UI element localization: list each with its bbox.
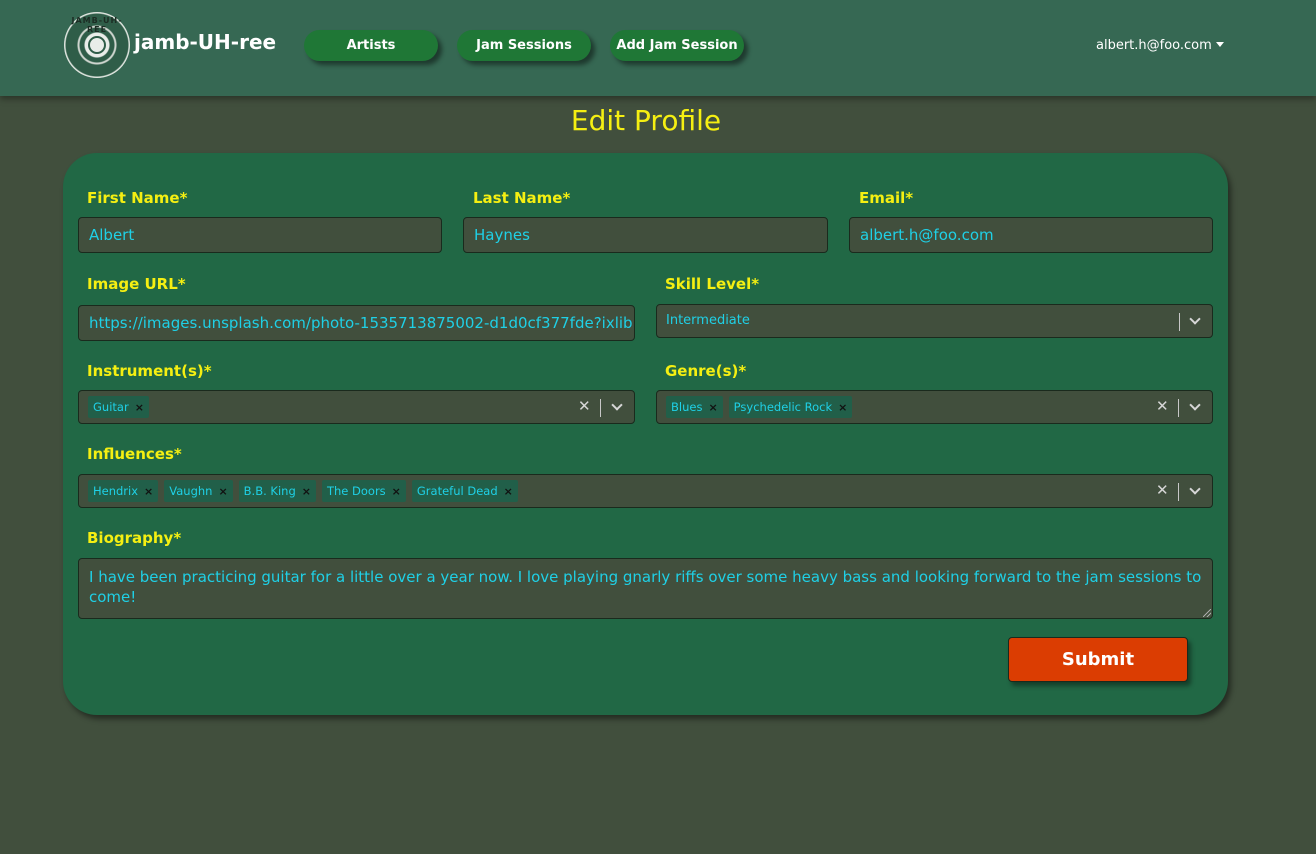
- remove-tag-icon[interactable]: ×: [706, 401, 722, 414]
- genres-multiselect[interactable]: Blues × Psychedelic Rock × ✕: [656, 390, 1213, 424]
- tag-psychedelic-rock: Psychedelic Rock ×: [728, 396, 853, 418]
- logo-center-mark: [88, 36, 106, 54]
- nav-add-jam-session-button[interactable]: Add Jam Session: [610, 30, 744, 61]
- genres-label: Genre(s)*: [665, 362, 747, 380]
- resize-grip-icon[interactable]: [1203, 609, 1211, 617]
- user-menu-dropdown[interactable]: albert.h@foo.com: [1096, 38, 1224, 53]
- page-title: Edit Profile: [570, 104, 722, 137]
- image-url-input[interactable]: https://images.unsplash.com/photo-153571…: [78, 305, 635, 341]
- tag-label: Guitar: [93, 400, 129, 414]
- chevron-down-icon[interactable]: [1189, 313, 1201, 325]
- tag-label: B.B. King: [243, 484, 296, 498]
- tag-the-doors: The Doors ×: [321, 480, 406, 502]
- tag-guitar: Guitar ×: [88, 396, 149, 418]
- tag-label: Vaughn: [169, 484, 213, 498]
- nav-jam-sessions-button[interactable]: Jam Sessions: [457, 30, 591, 61]
- biography-label: Biography*: [87, 529, 182, 547]
- last-name-label: Last Name*: [473, 189, 571, 207]
- email-input[interactable]: albert.h@foo.com: [849, 217, 1213, 253]
- tag-vaughn: Vaughn ×: [164, 480, 233, 502]
- tag-hendrix: Hendrix ×: [88, 480, 159, 502]
- instruments-label: Instrument(s)*: [87, 362, 212, 380]
- image-url-label: Image URL*: [87, 275, 186, 293]
- select-separator: [1179, 313, 1180, 331]
- remove-tag-icon[interactable]: ×: [836, 401, 852, 414]
- logo-text: JAMB-UH-REE: [71, 16, 123, 34]
- select-separator: [1178, 483, 1179, 501]
- select-separator: [600, 399, 601, 417]
- select-separator: [1178, 399, 1179, 417]
- remove-tag-icon[interactable]: ×: [216, 485, 232, 498]
- biography-textarea[interactable]: I have been practicing guitar for a litt…: [78, 558, 1213, 619]
- remove-tag-icon[interactable]: ×: [390, 485, 406, 498]
- influences-multiselect[interactable]: Hendrix × Vaughn × B.B. King × The Doors…: [78, 474, 1213, 508]
- chevron-down-icon[interactable]: [1189, 483, 1201, 495]
- biography-text: I have been practicing guitar for a litt…: [89, 568, 1202, 606]
- genre-tags: Blues × Psychedelic Rock ×: [666, 396, 853, 418]
- first-name-label: First Name*: [87, 189, 188, 207]
- email-label: Email*: [859, 189, 914, 207]
- remove-tag-icon[interactable]: ×: [300, 485, 316, 498]
- navbar: JAMB-UH-REE jamb-UH-ree Artists Jam Sess…: [0, 0, 1316, 96]
- user-email: albert.h@foo.com: [1096, 38, 1212, 53]
- influence-tags: Hendrix × Vaughn × B.B. King × The Doors…: [88, 480, 518, 502]
- seal-logo-icon[interactable]: JAMB-UH-REE: [64, 12, 130, 78]
- caret-down-icon: [1215, 42, 1224, 47]
- chevron-down-icon[interactable]: [1189, 399, 1201, 411]
- remove-tag-icon[interactable]: ×: [142, 485, 158, 498]
- close-icon[interactable]: ✕: [1156, 397, 1169, 415]
- close-icon[interactable]: ✕: [578, 397, 591, 415]
- tag-label: Grateful Dead: [416, 484, 498, 498]
- tag-label: Psychedelic Rock: [733, 400, 833, 414]
- tag-grateful-dead: Grateful Dead ×: [411, 480, 518, 502]
- tag-bb-king: B.B. King ×: [238, 480, 316, 502]
- instruments-multiselect[interactable]: Guitar × ✕: [78, 390, 635, 424]
- skill-level-label: Skill Level*: [665, 275, 760, 293]
- submit-button[interactable]: Submit: [1008, 637, 1188, 682]
- remove-tag-icon[interactable]: ×: [133, 401, 149, 414]
- chevron-down-icon[interactable]: [611, 399, 623, 411]
- remove-tag-icon[interactable]: ×: [502, 485, 518, 498]
- tag-label: The Doors: [326, 484, 386, 498]
- tag-label: Hendrix: [93, 484, 139, 498]
- tag-label: Blues: [671, 400, 703, 414]
- last-name-input[interactable]: Haynes: [463, 217, 828, 253]
- influences-label: Influences*: [87, 445, 182, 463]
- skill-level-select[interactable]: Intermediate: [656, 304, 1213, 338]
- nav-artists-button[interactable]: Artists: [304, 30, 438, 61]
- tag-blues: Blues ×: [666, 396, 723, 418]
- first-name-input[interactable]: Albert: [78, 217, 442, 253]
- close-icon[interactable]: ✕: [1156, 481, 1169, 499]
- brand-name[interactable]: jamb-UH-ree: [134, 30, 276, 54]
- skill-level-value: Intermediate: [666, 313, 750, 328]
- instrument-tags: Guitar ×: [88, 396, 149, 418]
